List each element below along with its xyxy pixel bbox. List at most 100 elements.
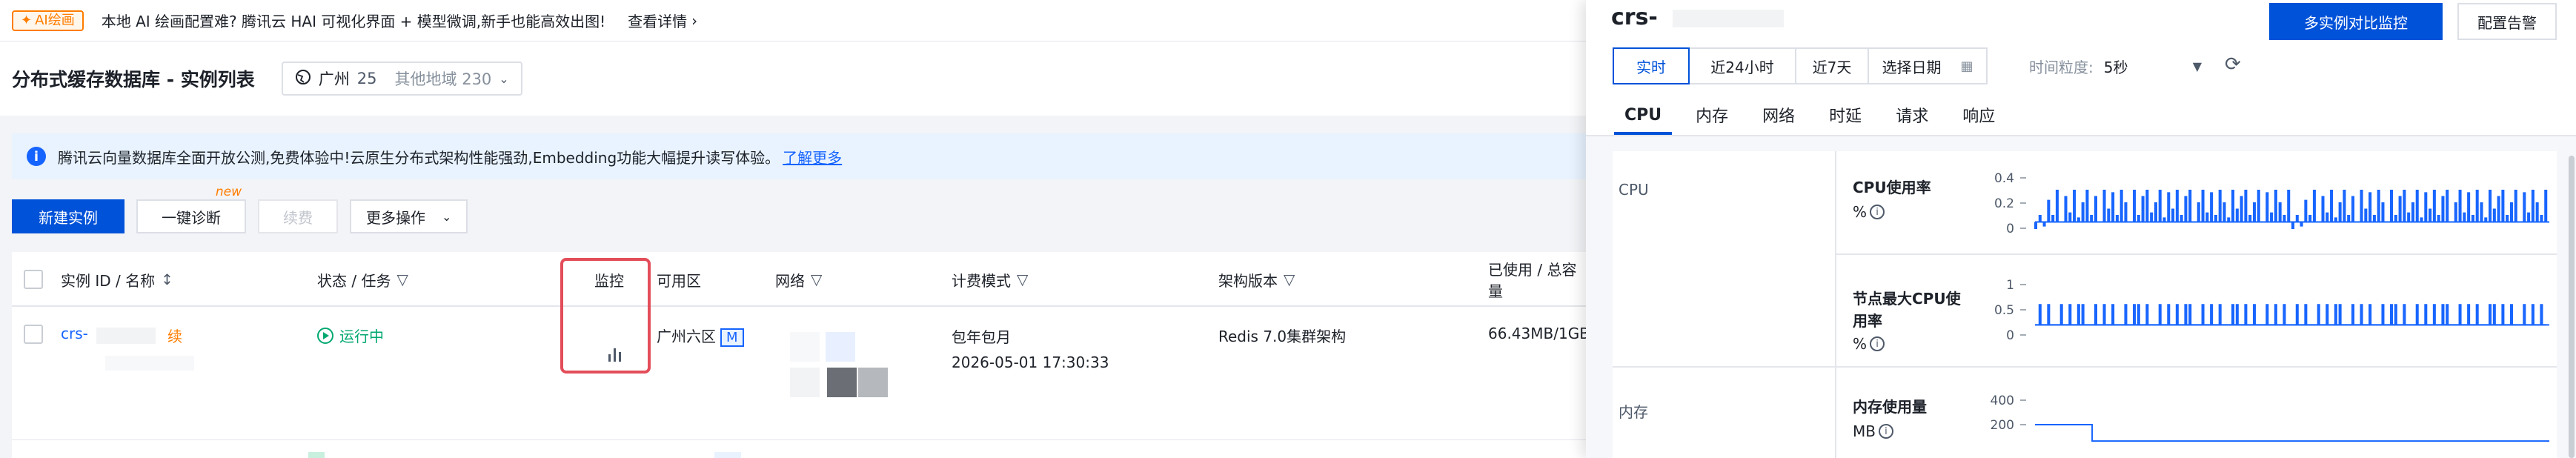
- y-tick-label: 0.4: [1994, 171, 2014, 186]
- series-line: [2035, 304, 2547, 326]
- date-picker[interactable]: 选择日期 ▦: [1868, 47, 1988, 84]
- chevron-down-icon: ⌄: [499, 71, 509, 86]
- monitor-highlight-box: [560, 258, 651, 374]
- notice-bar: i 腾讯云向量数据库全面开放公测,免费体验中!云原生分布式架构性能强劲,Embe…: [12, 133, 1586, 179]
- refresh-icon[interactable]: ⟳: [2225, 53, 2241, 76]
- metric-unit-text: MB: [1853, 422, 1876, 440]
- redacted-network-3: [790, 368, 820, 397]
- metric-unit: % i: [1853, 335, 1885, 353]
- y-tick-label: 0: [2006, 328, 2014, 343]
- th-network[interactable]: 网络 ▽: [775, 252, 822, 307]
- drawer-title-text: crs-: [1611, 4, 1658, 30]
- region-name: 广州: [318, 70, 350, 88]
- filter-icon: ▽: [1017, 271, 1029, 288]
- y-tick-label: 0: [2006, 222, 2014, 236]
- diagnose-button[interactable]: 一键诊断 new: [136, 185, 246, 233]
- new-instance-button[interactable]: 新建实例: [12, 199, 125, 233]
- series-line: [2035, 424, 2549, 442]
- th-usage: 已使用 / 总容量: [1488, 252, 1586, 307]
- select-all-checkbox[interactable]: [24, 270, 43, 289]
- th-status[interactable]: 状态 / 任务 ▽: [317, 252, 408, 307]
- question-icon[interactable]: i: [1870, 205, 1885, 219]
- redacted-id: [96, 328, 156, 344]
- notice-text: 腾讯云向量数据库全面开放公测,免费体验中!云原生分布式架构性能强劲,Embedd…: [58, 148, 780, 167]
- th-arch[interactable]: 架构版本 ▽: [1218, 252, 1295, 307]
- th-network-label: 网络: [775, 271, 805, 290]
- time-range-realtime[interactable]: 实时: [1613, 47, 1690, 84]
- table-row: crs- 续 运行中 广州六区 M 包年包月 2026-05-01 17:30:…: [12, 308, 1604, 440]
- metric-unit: % i: [1853, 203, 1885, 221]
- more-ops-button[interactable]: 更多操作 ⌄: [350, 199, 468, 233]
- granularity-label: 时间粒度:: [2029, 58, 2094, 76]
- tab-cpu[interactable]: CPU: [1614, 96, 1673, 135]
- time-range-segment: 实时 近24小时 近7天 选择日期 ▦: [1613, 47, 1988, 84]
- filter-icon: ▽: [396, 271, 408, 288]
- renew-button[interactable]: 续费: [258, 199, 338, 233]
- y-tick-label: 200: [1991, 418, 2014, 433]
- series-spikes: [2034, 190, 2549, 229]
- zone-tag: M: [720, 328, 744, 347]
- th-arch-label: 架构版本: [1218, 271, 1278, 290]
- th-usage-label: 已使用 / 总容量: [1488, 261, 1577, 300]
- promo-banner: ✦ AI绘画 本地 AI 绘画配置难? 腾讯云 HAI 可视化界面 + 模型微调…: [0, 0, 1586, 42]
- zone-text: 广州六区: [657, 328, 716, 345]
- tab-memory[interactable]: 内存: [1685, 96, 1739, 133]
- banner-detail-link[interactable]: 查看详情 ›: [628, 10, 697, 31]
- ai-tag-label: AI绘画: [35, 12, 75, 28]
- banner-link-label: 查看详情: [628, 13, 688, 30]
- time-range-7d[interactable]: 近7天: [1795, 47, 1869, 84]
- y-tick-label: 1: [2006, 278, 2014, 293]
- renew-tag[interactable]: 续: [167, 325, 182, 346]
- filter-icon: ▽: [1284, 271, 1295, 288]
- tab-latency[interactable]: 时延: [1819, 96, 1872, 133]
- status-cell: 运行中: [317, 325, 384, 346]
- metric-unit-text: %: [1853, 335, 1868, 353]
- node-max-cpu-chart: 10.50: [1994, 278, 2549, 343]
- question-icon[interactable]: i: [1878, 424, 1893, 439]
- page-title: 分布式缓存数据库 - 实例列表: [12, 69, 255, 90]
- globe-icon: [295, 69, 311, 89]
- other-region: 其他地域 230: [394, 70, 492, 88]
- region-count: 25: [356, 70, 377, 87]
- granularity-select[interactable]: 时间粒度: 5秒 ▼: [2029, 47, 2202, 84]
- row-checkbox[interactable]: [24, 325, 43, 344]
- memory-usage-chart: 400 200: [1991, 394, 2549, 442]
- time-range-24h[interactable]: 近24小时: [1688, 47, 1796, 84]
- column-divider: [1835, 151, 1836, 458]
- chevron-right-icon: ›: [691, 11, 698, 30]
- question-icon[interactable]: i: [1870, 336, 1885, 351]
- th-status-label: 状态 / 任务: [317, 271, 391, 290]
- tab-network[interactable]: 网络: [1752, 96, 1805, 133]
- filter-icon: ▽: [811, 271, 823, 288]
- y-tick-label: 400: [1991, 394, 2014, 408]
- granularity-value: 5秒: [2103, 58, 2128, 76]
- billing-mode: 包年包月: [952, 328, 1011, 346]
- diagnose-label: 一键诊断: [162, 208, 221, 227]
- config-alarm-button[interactable]: 配置告警: [2457, 3, 2557, 40]
- chevron-down-icon: ⌄: [442, 209, 452, 224]
- metric-tabs: CPU 内存 网络 时延 请求 响应: [1614, 96, 2019, 135]
- th-billing[interactable]: 计费模式 ▽: [952, 252, 1028, 307]
- th-zone: 可用区: [657, 252, 701, 307]
- compare-monitor-button[interactable]: 多实例对比监控: [2269, 3, 2443, 40]
- drawer-scrollbar[interactable]: [2569, 156, 2575, 458]
- instance-id-link[interactable]: crs-: [61, 325, 88, 342]
- tab-requests[interactable]: 请求: [1885, 96, 1939, 133]
- metric-area: CPU CPU使用率 % i 节点最大CPU使用率 % i 内存 内存使用量 M…: [1586, 136, 2576, 458]
- sort-icon: ↕: [161, 271, 173, 288]
- instance-table: 实例 ID / 名称 ↕ 状态 / 任务 ▽ 监控 可用区 网络 ▽ 计费模式 …: [12, 252, 1604, 458]
- drawer-title: crs-: [1611, 4, 1785, 30]
- flame-icon: ✦: [21, 12, 33, 28]
- redacted-title: [1673, 9, 1785, 27]
- redacted-network-1: [826, 332, 855, 362]
- notice-link[interactable]: 了解更多: [783, 146, 842, 167]
- arch-cell: Redis 7.0集群架构: [1218, 328, 1347, 345]
- cpu-usage-chart: 0.4 0.2 0: [1994, 171, 2549, 236]
- th-id-name[interactable]: 实例 ID / 名称 ↕: [61, 252, 173, 307]
- next-row-peek: [308, 452, 325, 458]
- th-id-name-label: 实例 ID / 名称: [61, 271, 156, 290]
- region-selector[interactable]: 广州 25 其他地域 230 ⌄: [281, 62, 522, 96]
- y-tick-label: 0.2: [1994, 196, 2014, 211]
- tab-response[interactable]: 响应: [1952, 96, 2005, 133]
- ai-tag[interactable]: ✦ AI绘画: [12, 10, 84, 31]
